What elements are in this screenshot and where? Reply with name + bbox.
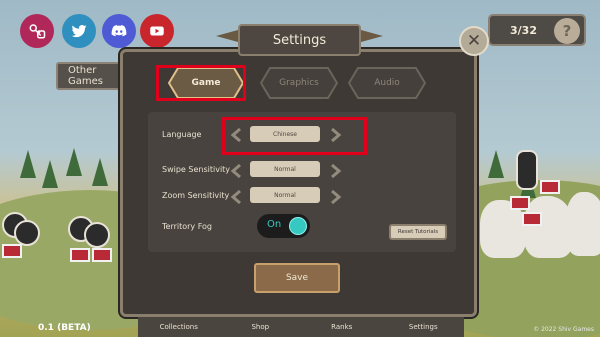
reset-tutorials-button[interactable]: Reset Tutorials [389, 224, 447, 240]
chevron-left-icon [230, 163, 241, 179]
union-flag [540, 180, 560, 194]
chevron-right-icon [331, 189, 342, 205]
toggle-state-label: On [267, 219, 282, 230]
toggle-knob [289, 217, 307, 235]
save-button[interactable]: Save [254, 263, 340, 293]
nav-ranks-label: Ranks [331, 323, 353, 331]
title-ornament-left [216, 30, 238, 42]
swipe-prev-button[interactable] [230, 163, 242, 179]
nav-ranks[interactable]: Ranks [301, 317, 383, 337]
zoom-value: Normal [250, 187, 320, 203]
tab-graphics[interactable]: Graphics [260, 67, 338, 99]
language-row-highlight [222, 117, 367, 155]
youtube-button[interactable] [140, 14, 174, 48]
instagram-button[interactable] [20, 14, 54, 48]
close-icon: ✕ [466, 31, 482, 51]
union-flag [2, 244, 22, 258]
collection-counter: 3/32 ? [488, 14, 586, 46]
union-flag [92, 248, 112, 262]
horse [566, 192, 600, 256]
union-flag [70, 248, 90, 262]
zoom-prev-button[interactable] [230, 189, 242, 205]
twitter-button[interactable] [62, 14, 96, 48]
tree [66, 148, 82, 176]
soldier [84, 222, 110, 248]
territory-fog-toggle[interactable]: On [257, 214, 310, 238]
save-label: Save [285, 273, 309, 283]
nav-shop[interactable]: Shop [220, 317, 302, 337]
zoom-value-text: Normal [274, 191, 296, 199]
nav-collections[interactable]: Collections [138, 317, 220, 337]
tab-graphics-label: Graphics [279, 78, 319, 88]
tree [92, 158, 108, 186]
modal-title-tab: Settings [238, 24, 361, 56]
swipe-next-button[interactable] [330, 163, 342, 179]
modal-title: Settings [272, 32, 327, 48]
title-ornament-right [361, 30, 383, 42]
reset-tutorials-label: Reset Tutorials [397, 229, 439, 235]
other-games-button[interactable]: Other Games [56, 62, 128, 90]
version-text: 0.1 (BETA) [38, 323, 91, 333]
nav-shop-label: Shop [251, 323, 270, 331]
other-games-label: Other Games [68, 65, 103, 87]
swipe-value-text: Normal [274, 165, 296, 173]
union-flag [522, 212, 542, 226]
tree [42, 160, 58, 188]
swipe-sensitivity-label: Swipe Sensitivity [162, 165, 231, 174]
tab-audio-label: Audio [374, 78, 400, 88]
soldier [14, 220, 40, 246]
zoom-sensitivity-label: Zoom Sensitivity [162, 191, 230, 200]
help-badge-text: ? [562, 22, 572, 40]
nav-settings-label: Settings [408, 323, 438, 331]
zoom-next-button[interactable] [330, 189, 342, 205]
discord-icon [111, 25, 127, 37]
counter-value: 3/32 [510, 23, 537, 37]
chevron-left-icon [230, 189, 241, 205]
key-instagram-icon [29, 24, 46, 39]
swipe-value: Normal [250, 161, 320, 177]
territory-fog-label: Territory Fog [162, 222, 212, 231]
chevron-right-icon [331, 163, 342, 179]
nav-settings[interactable]: Settings [383, 317, 465, 337]
youtube-icon [150, 26, 164, 36]
cavalry-rider [516, 150, 538, 190]
tree [20, 150, 36, 178]
close-button[interactable]: ✕ [459, 26, 489, 56]
tab-audio[interactable]: Audio [348, 67, 426, 99]
language-label: Language [162, 130, 202, 139]
game-tab-highlight [156, 65, 246, 101]
nav-collections-label: Collections [159, 323, 198, 331]
union-flag [510, 196, 530, 210]
bottom-nav: Collections Shop Ranks Settings [138, 317, 464, 337]
tree [488, 150, 504, 178]
copyright-text: © 2022 Shiv Games [533, 326, 594, 333]
twitter-icon [71, 25, 87, 38]
help-badge[interactable]: ? [554, 18, 580, 44]
discord-button[interactable] [102, 14, 136, 48]
